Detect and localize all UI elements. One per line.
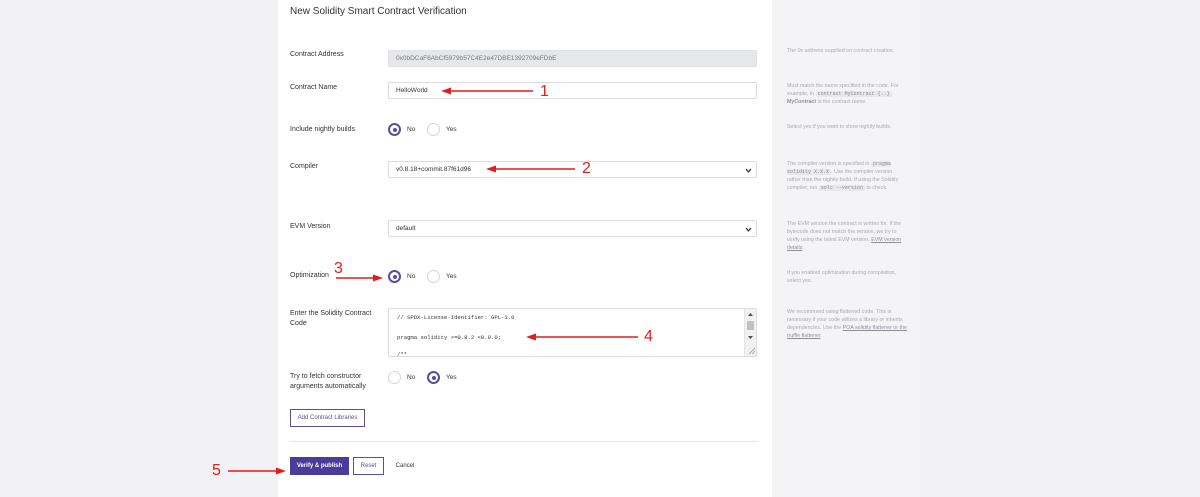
annotation-arrows: [228, 87, 638, 475]
arrow-3-head: [373, 274, 383, 282]
arrow-2-head: [486, 165, 496, 173]
annotation-4: 4: [644, 328, 653, 345]
arrow-4-head: [526, 333, 536, 341]
annotation-2: 2: [582, 160, 591, 177]
annotation-5: 5: [212, 462, 221, 479]
arrow-1-head: [441, 87, 451, 95]
annotation-1: 1: [540, 83, 549, 100]
annotation-3: 3: [334, 260, 343, 277]
arrow-5-head: [276, 467, 286, 475]
